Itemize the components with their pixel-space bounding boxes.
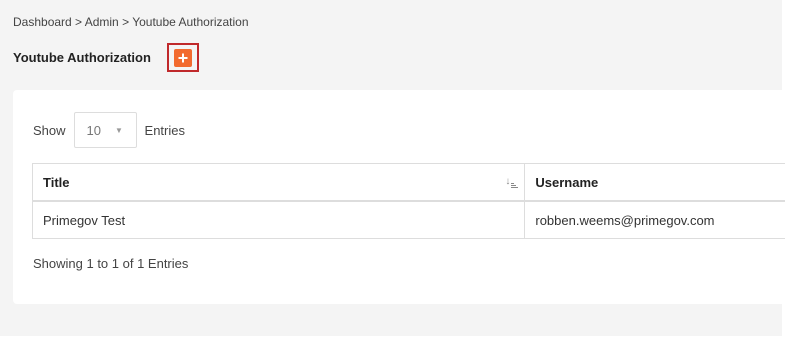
add-authorization-button-highlight[interactable]: [167, 43, 199, 72]
entries-select[interactable]: 10 ▼: [73, 112, 137, 148]
sort-alpha-asc-icon[interactable]: ↓: [505, 175, 519, 188]
add-authorization-button[interactable]: [174, 48, 192, 67]
page-background: Dashboard > Admin > Youtube Authorizatio…: [0, 0, 785, 336]
authorization-table: Title ↓ Username Primegov Test robben.we…: [31, 163, 785, 239]
content-card: Show 10 ▼ Entries Title ↓ Username Prime…: [13, 90, 785, 304]
column-header-username-label: Username: [535, 174, 599, 190]
page-title: Youtube Authorization: [13, 50, 151, 65]
entries-length-control: Show 10 ▼ Entries: [33, 112, 185, 148]
table-info: Showing 1 to 1 of 1 Entries: [33, 256, 189, 271]
column-header-username[interactable]: Username: [524, 163, 785, 202]
table-header-row: Title ↓ Username: [31, 163, 785, 202]
column-header-title-label: Title: [43, 174, 70, 190]
entries-label: Entries: [144, 122, 185, 138]
cell-title: Primegov Test: [31, 200, 526, 239]
title-row: Youtube Authorization: [13, 50, 151, 65]
plus-icon: [178, 53, 188, 62]
column-header-title[interactable]: Title ↓: [31, 163, 526, 202]
entries-select-value: 10: [86, 122, 101, 138]
cell-username: robben.weems@primegov.com: [524, 200, 785, 239]
table-row[interactable]: Primegov Test robben.weems@primegov.com: [31, 200, 785, 239]
show-label: Show: [33, 122, 66, 138]
chevron-down-icon: ▼: [115, 125, 123, 135]
breadcrumb: Dashboard > Admin > Youtube Authorizatio…: [13, 15, 249, 29]
